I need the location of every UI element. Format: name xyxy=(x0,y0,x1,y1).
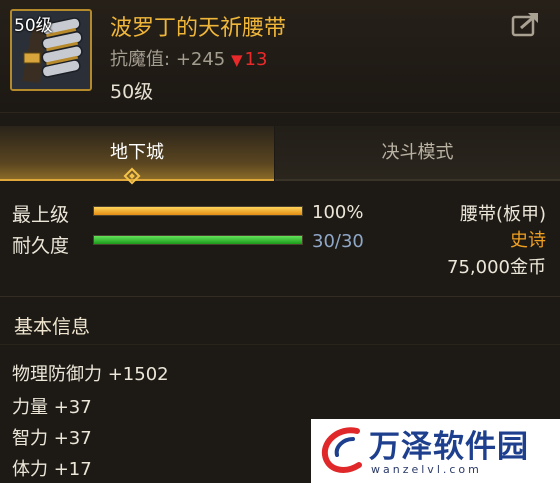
required-level: 50级 xyxy=(110,81,154,103)
site-watermark: 万泽软件园 wanzelvl.com xyxy=(311,419,560,483)
item-price: 75,000金币 xyxy=(447,257,546,278)
quality-bar-fill xyxy=(94,207,302,215)
mode-tabs: 地下城 决斗模式 xyxy=(0,126,560,181)
stat-line-vitality: 体力 +17 xyxy=(12,459,92,480)
magic-resist-value: +245 xyxy=(175,49,226,70)
magic-resist-label: 抗魔值: xyxy=(110,49,171,70)
quality-value: 100% xyxy=(312,202,364,223)
watermark-title: 万泽软件园 xyxy=(369,429,529,465)
stat-line-defense: 物理防御力 +1502 xyxy=(12,364,169,385)
item-type: 腰带(板甲) xyxy=(459,204,546,225)
quality-bar xyxy=(93,206,303,216)
durability-bar xyxy=(93,235,303,245)
magic-resist-delta: 13 xyxy=(244,49,268,70)
watermark-url: wanzelvl.com xyxy=(371,463,482,476)
basic-info-title: 基本信息 xyxy=(14,316,91,338)
magic-resist-row: 抗魔值: +245 ▼ 13 xyxy=(110,45,267,71)
share-icon xyxy=(511,13,538,37)
watermark-logo-icon xyxy=(321,427,362,473)
basic-info-divider xyxy=(0,344,560,345)
down-triangle-icon: ▼ xyxy=(231,51,243,69)
durability-label: 耐久度 xyxy=(12,235,70,257)
durability-value: 30/30 xyxy=(312,231,364,252)
item-level-badge: 50级 xyxy=(14,16,53,36)
quality-label: 最上级 xyxy=(12,204,70,226)
section-divider xyxy=(0,296,560,297)
item-name: 波罗丁的天祈腰带 xyxy=(110,16,287,41)
share-button[interactable] xyxy=(510,10,542,38)
durability-bar-fill xyxy=(94,236,302,244)
tab-pvp[interactable]: 决斗模式 xyxy=(275,126,560,181)
stat-line-intelligence: 智力 +37 xyxy=(12,428,92,449)
item-rarity: 史诗 xyxy=(510,230,546,251)
stat-line-strength: 力量 +37 xyxy=(12,397,92,418)
